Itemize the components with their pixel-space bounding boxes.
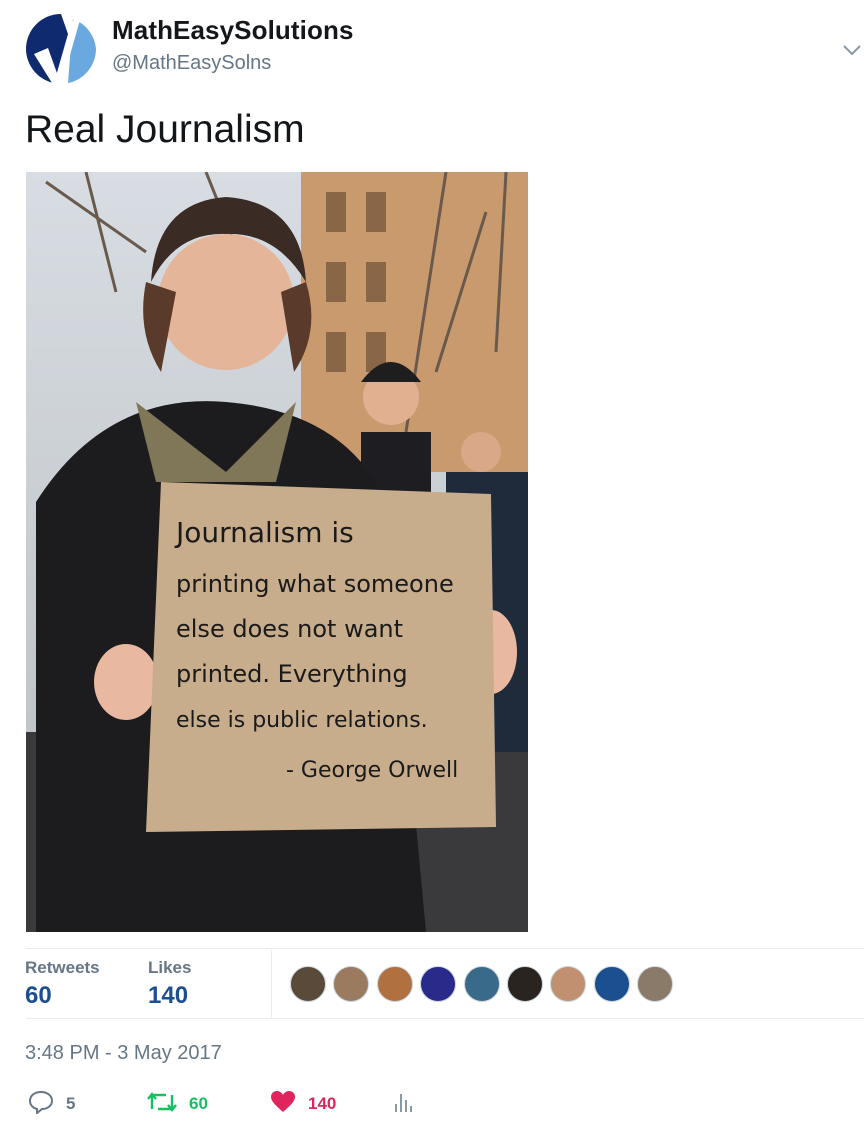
stats-separator [271, 950, 272, 1018]
liker-avatar-6[interactable] [507, 966, 543, 1002]
profile-avatar[interactable] [24, 14, 98, 84]
retweet-count: 60 [189, 1094, 208, 1113]
retweet-icon [147, 1091, 177, 1118]
tweet-timestamp[interactable]: 3:48 PM - 3 May 2017 [25, 1042, 222, 1065]
like-button[interactable]: 140 [270, 1090, 336, 1118]
tweet-photo[interactable]: Journalism is printing what someone else… [26, 172, 528, 932]
likes-value[interactable]: 140 [148, 982, 188, 1010]
sign-line-1: Journalism is [174, 516, 354, 549]
reply-button[interactable]: 5 [28, 1090, 75, 1118]
like-count: 140 [308, 1094, 337, 1113]
retweets-label[interactable]: Retweets [25, 958, 100, 978]
liker-avatar-7[interactable] [550, 966, 587, 1002]
liker-avatar-2[interactable] [333, 966, 370, 1002]
chevron-down-icon[interactable] [842, 40, 862, 60]
sign-line-5: else is public relations. [176, 708, 428, 733]
liker-avatar-4[interactable] [420, 966, 457, 1002]
divider-bottom [26, 1018, 864, 1019]
retweets-value[interactable]: 60 [25, 982, 52, 1010]
sign-line-4: printed. Everything [176, 660, 408, 688]
sign-line-3: else does not want [176, 615, 403, 643]
analytics-button[interactable] [393, 1090, 413, 1118]
liker-avatar-5[interactable] [463, 966, 500, 1002]
liker-avatar-9[interactable] [637, 966, 674, 1002]
display-name[interactable]: MathEasySolutions [112, 15, 354, 46]
sign-line-2: printing what someone [176, 570, 454, 598]
likes-label[interactable]: Likes [148, 958, 191, 978]
liker-avatar-8[interactable] [593, 966, 630, 1002]
liker-avatar-3[interactable] [376, 966, 413, 1002]
tweet-text: Real Journalism [25, 108, 305, 151]
reply-count: 5 [66, 1094, 76, 1113]
user-handle[interactable]: @MathEasySolns [112, 52, 271, 75]
sign-line-6: - George Orwell [286, 758, 458, 783]
divider-top [26, 948, 864, 949]
analytics-icon [393, 1090, 413, 1119]
liker-avatar-1[interactable] [290, 966, 326, 1002]
heart-icon [270, 1090, 296, 1119]
reply-icon [28, 1090, 54, 1119]
retweet-button[interactable]: 60 [147, 1090, 208, 1118]
